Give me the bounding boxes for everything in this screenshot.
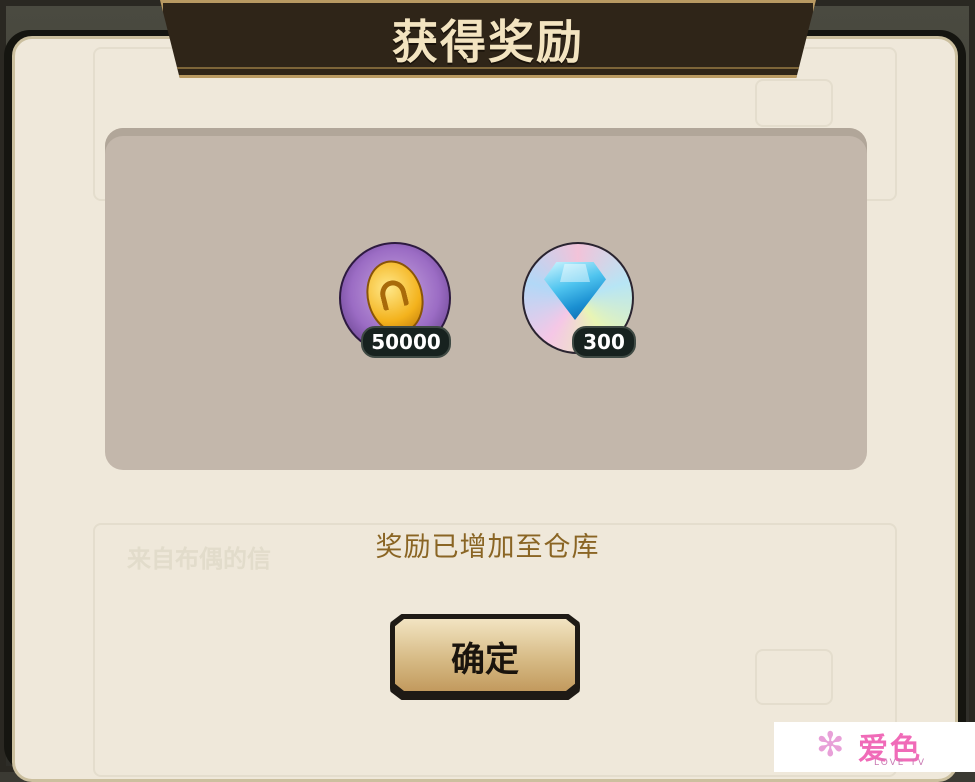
flower-icon: ✻ (816, 725, 845, 765)
reward-count: 50000 (361, 326, 451, 358)
background-envelope-icon (755, 649, 833, 705)
reward-message: 奖励已增加至仓库 (375, 532, 600, 563)
reward-count: 300 (572, 326, 636, 358)
reward-item-diamond[interactable]: 300 (520, 240, 636, 358)
background-envelope-icon (755, 79, 833, 127)
reward-item-gold-coin[interactable]: 50000 (337, 240, 453, 358)
dialog-title: 获得奖励 (392, 15, 584, 69)
diamond-shine (560, 264, 590, 282)
watermark-subtext: LOVE TV (874, 758, 926, 768)
confirm-button[interactable]: 确定 (390, 614, 580, 700)
watermark-logo: ✻ 爱色 LOVE TV (774, 722, 975, 772)
confirm-button-label: 确定 (451, 640, 519, 680)
coin-emblem-icon (377, 277, 410, 312)
reward-panel (105, 128, 867, 470)
